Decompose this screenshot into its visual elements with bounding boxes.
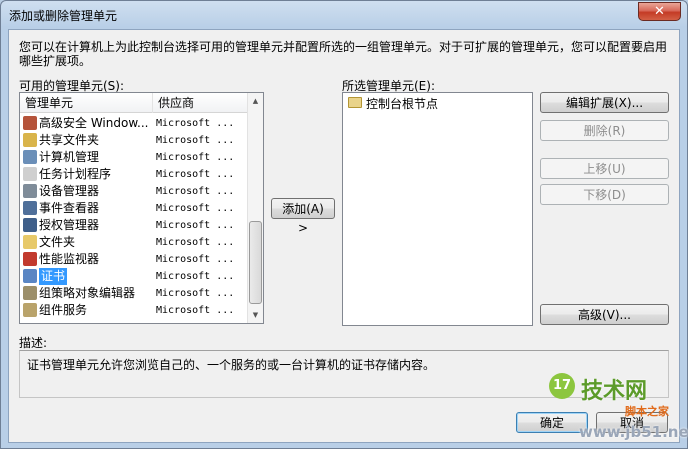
list-item[interactable]: 授权管理器 Microsoft ... (20, 217, 242, 234)
snapin-name: 证书 (39, 268, 68, 285)
snapin-vendor: Microsoft ... (156, 152, 235, 163)
snapin-name: 组件服务 (39, 303, 88, 317)
snapin-name: 事件查看器 (39, 201, 100, 215)
snapin-vendor: Microsoft ... (156, 288, 235, 299)
list-item[interactable]: 任务计划程序 Microsoft ... (20, 166, 242, 183)
snapin-vendor: Microsoft ... (156, 271, 235, 282)
selected-item-label: 控制台根节点 (366, 97, 439, 111)
snapin-vendor: Microsoft ... (156, 135, 235, 146)
snapin-name: 计算机管理 (39, 150, 100, 164)
component-services-icon (23, 303, 37, 317)
add-button[interactable]: 添加(A) > (271, 198, 335, 235)
performance-icon (23, 252, 37, 266)
shared-folder-icon (23, 133, 37, 147)
watermark-subtitle: 脚本之家 (625, 405, 669, 418)
move-up-button[interactable]: 上移(U) (540, 158, 669, 179)
snapin-vendor: Microsoft ... (156, 220, 235, 231)
remove-button[interactable]: 删除(R) (540, 120, 669, 141)
list-item[interactable]: 共享文件夹 Microsoft ... (20, 132, 242, 149)
close-icon: ✕ (654, 4, 665, 19)
snapin-name: 授权管理器 (39, 218, 100, 232)
event-viewer-icon (23, 201, 37, 215)
snapin-name: 共享文件夹 (39, 133, 100, 147)
device-manager-icon (23, 184, 37, 198)
list-item[interactable]: 设备管理器 Microsoft ... (20, 183, 242, 200)
snapin-name: 文件夹 (39, 235, 76, 249)
snapin-name: 设备管理器 (39, 184, 100, 198)
scroll-thumb[interactable] (249, 221, 262, 304)
column-header-vendor[interactable]: 供应商 (153, 93, 249, 113)
snapin-name: 高级安全 Window... (39, 116, 149, 130)
intro-text: 您可以在计算机上为此控制台选择可用的管理单元并配置所选的一组管理单元。对于可扩展… (19, 40, 668, 68)
watermark-url: www.jb51.net (579, 423, 688, 441)
selected-item-console-root[interactable]: 控制台根节点 (343, 93, 532, 112)
list-item[interactable]: 组件服务 Microsoft ... (20, 302, 242, 319)
certificate-icon (23, 269, 37, 283)
move-down-button[interactable]: 下移(D) (540, 184, 669, 205)
clock-icon (23, 167, 37, 181)
list-item[interactable]: 事件查看器 Microsoft ... (20, 200, 242, 217)
dialog-window: 添加或删除管理单元 ✕ 您可以在计算机上为此控制台选择可用的管理单元并配置所选的… (0, 0, 688, 449)
group-policy-icon (23, 286, 37, 300)
snapin-name: 组策略对象编辑器 (39, 286, 136, 300)
snapin-vendor: Microsoft ... (156, 169, 235, 180)
list-item[interactable]: 文件夹 Microsoft ... (20, 234, 242, 251)
edit-extensions-button[interactable]: 编辑扩展(X)... (540, 92, 669, 113)
snapin-vendor: Microsoft ... (156, 305, 235, 316)
list-item[interactable]: 高级安全 Window... Microsoft ... (20, 115, 242, 132)
column-header-snapin[interactable]: 管理单元 (20, 93, 153, 113)
advanced-button[interactable]: 高级(V)... (540, 304, 669, 325)
snapin-vendor: Microsoft ... (156, 254, 235, 265)
snapin-vendor: Microsoft ... (156, 118, 235, 129)
description-text: 证书管理单元允许您浏览自己的、一个服务的或一台计算机的证书存储内容。 (27, 358, 436, 372)
title-bar[interactable]: 添加或删除管理单元 ✕ (1, 1, 687, 28)
computer-management-icon (23, 150, 37, 164)
description-label: 描述: (19, 336, 48, 350)
list-item[interactable]: 计算机管理 Microsoft ... (20, 149, 242, 166)
selected-snapins-list[interactable]: 控制台根节点 (342, 92, 533, 326)
dialog-client-area: 您可以在计算机上为此控制台选择可用的管理单元并配置所选的一组管理单元。对于可扩展… (8, 29, 680, 443)
scroll-up-arrow-icon[interactable]: ▲ (248, 93, 263, 109)
snapin-vendor: Microsoft ... (156, 237, 235, 248)
ok-button[interactable]: 确定 (516, 412, 588, 433)
list-scrollbar[interactable]: ▲ ▼ (247, 93, 263, 323)
snapin-name: 性能监视器 (39, 252, 100, 266)
window-title: 添加或删除管理单元 (9, 9, 118, 23)
watermark-logo-badge: 17 (549, 373, 575, 399)
available-snapins-list[interactable]: 管理单元 供应商 高级安全 Window... Microsoft ... 共享文件… (19, 92, 264, 324)
folder-icon (348, 97, 362, 108)
scroll-down-arrow-icon[interactable]: ▼ (248, 307, 263, 323)
list-item[interactable]: 证书 Microsoft ... (20, 268, 242, 285)
watermark-site-name: 技术网 (581, 379, 648, 404)
close-button[interactable]: ✕ (638, 2, 681, 21)
list-item[interactable]: 性能监视器 Microsoft ... (20, 251, 242, 268)
snapin-vendor: Microsoft ... (156, 186, 235, 197)
snapin-vendor: Microsoft ... (156, 203, 235, 214)
firewall-icon (23, 116, 37, 130)
authorization-icon (23, 218, 37, 232)
list-header: 管理单元 供应商 (20, 93, 249, 113)
snapin-name: 任务计划程序 (39, 167, 112, 181)
folder-icon (23, 235, 37, 249)
list-item[interactable]: 组策略对象编辑器 Microsoft ... (20, 285, 242, 302)
